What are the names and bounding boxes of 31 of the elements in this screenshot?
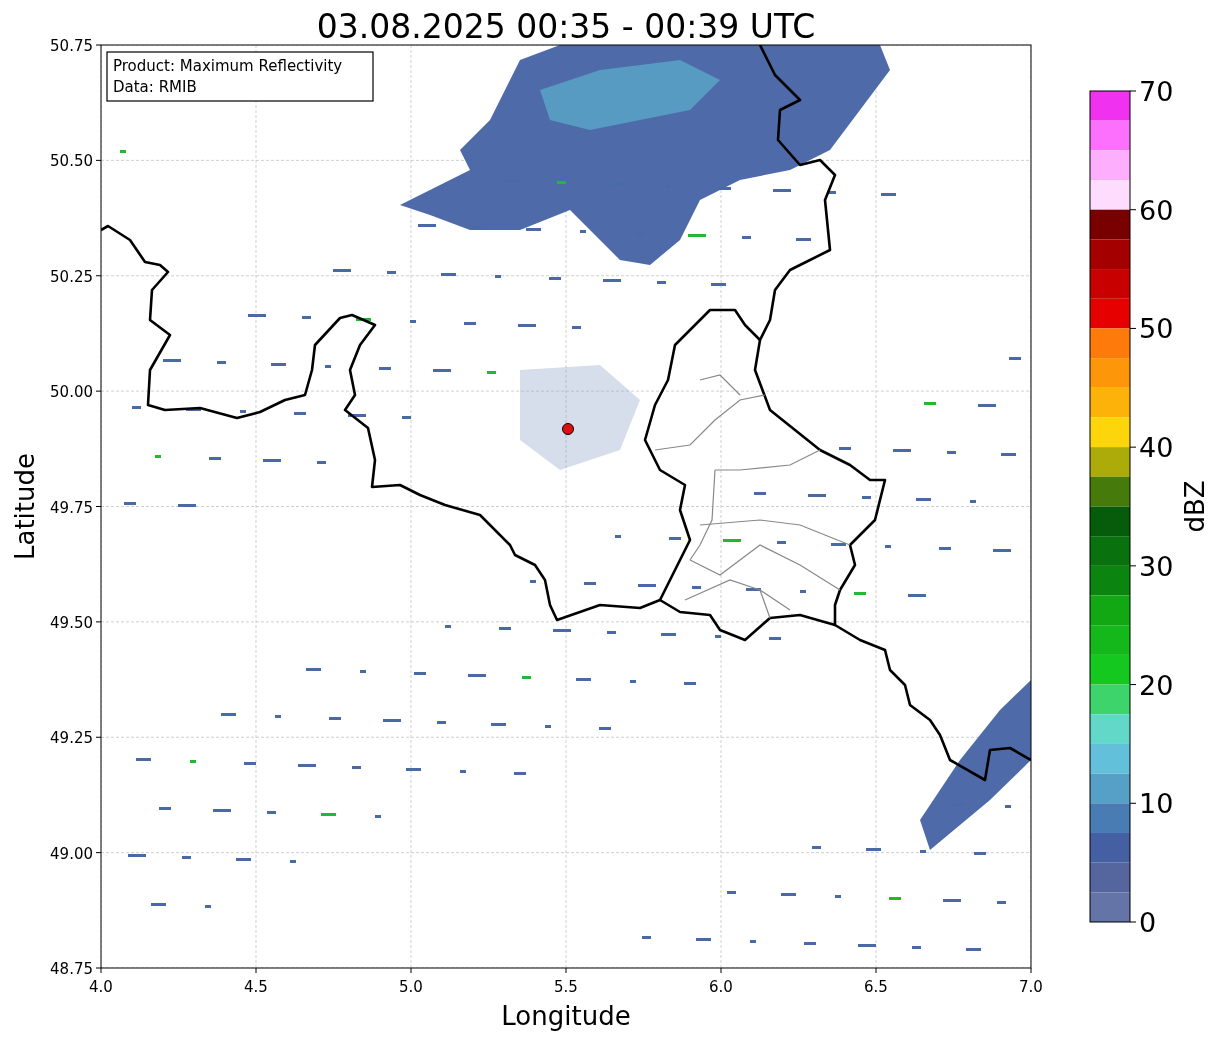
colorbar-tick-label: 50 xyxy=(1139,313,1174,345)
y-tick-label: 48.75 xyxy=(50,960,93,978)
legend-text: Product: Maximum Reflectivity xyxy=(113,57,343,75)
colorbar-tick-label: 60 xyxy=(1139,194,1174,226)
y-axis-label: Latitude xyxy=(10,453,40,560)
x-tick-label: 4.5 xyxy=(244,978,268,996)
chart-title: 03.08.2025 00:35 - 00:39 UTC xyxy=(316,7,816,46)
y-tick-label: 50.75 xyxy=(50,37,93,55)
y-tick-label: 50.25 xyxy=(50,267,93,286)
colorbar-tick-label: 30 xyxy=(1139,550,1174,582)
y-tick-label: 49.50 xyxy=(50,613,93,632)
colorbar-tick-label: 10 xyxy=(1139,788,1174,820)
x-tick-label: 7.0 xyxy=(1019,978,1043,996)
y-tick-label: 49.25 xyxy=(50,729,93,748)
colorbar-tick-label: 0 xyxy=(1139,907,1157,938)
legend-text: Data: RMIB xyxy=(113,78,197,96)
x-tick-label: 5.0 xyxy=(399,978,423,996)
y-tick-label: 49.00 xyxy=(50,844,93,863)
colorbar-tick-label: 20 xyxy=(1139,669,1174,701)
x-tick-label: 5.5 xyxy=(554,978,578,996)
x-tick-label: 6.0 xyxy=(709,978,733,996)
y-tick-label: 50.50 xyxy=(50,152,93,171)
colorbar-tick-label: 70 xyxy=(1139,76,1174,107)
colorbar-tick-label: 40 xyxy=(1139,432,1174,464)
x-axis-label: Longitude xyxy=(501,1001,631,1031)
radar-site-marker xyxy=(562,423,574,435)
colorbar-label: dBZ xyxy=(1180,480,1210,533)
x-tick-label: 4.0 xyxy=(89,978,113,996)
x-tick-label: 6.5 xyxy=(864,978,888,996)
y-tick-label: 49.75 xyxy=(50,498,93,517)
y-tick-label: 50.00 xyxy=(50,383,93,402)
